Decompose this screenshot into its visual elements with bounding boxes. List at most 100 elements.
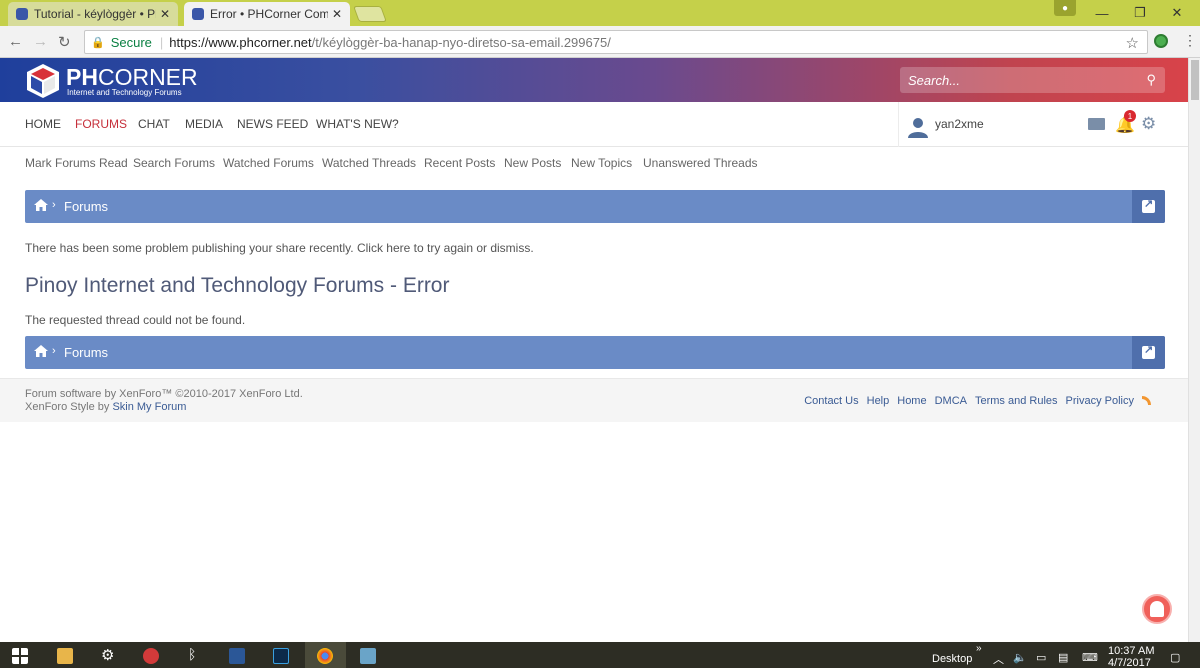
- user-profile-icon[interactable]: ●: [1054, 0, 1076, 16]
- extension-icon[interactable]: [1154, 34, 1168, 48]
- tab-label: Error • PHCorner Comm: [210, 7, 328, 21]
- gear-icon[interactable]: ⚙: [1141, 114, 1156, 134]
- nav-home[interactable]: HOME: [25, 117, 61, 131]
- bookmark-star-icon[interactable]: ☆: [1126, 34, 1139, 52]
- jump-to-button[interactable]: ↗: [1132, 336, 1165, 369]
- browser-tab-bar: Tutorial - kéylòggèr • Ph ✕ Error • PHCo…: [0, 0, 1200, 26]
- footer-privacy[interactable]: Privacy Policy: [1066, 395, 1134, 407]
- url-bar[interactable]: 🔒 Secure | https://www.phcorner.net/t/ké…: [84, 30, 1148, 54]
- scrollbar-thumb[interactable]: [1191, 60, 1199, 100]
- footer-style-link[interactable]: Skin My Forum: [112, 401, 186, 413]
- jump-to-button[interactable]: ↗: [1132, 190, 1165, 223]
- subnav-watched-forums[interactable]: Watched Forums: [223, 156, 314, 170]
- file-explorer-icon[interactable]: [57, 648, 73, 664]
- chat-bell-button[interactable]: [1142, 594, 1172, 624]
- arrow-icon: ↗: [1144, 198, 1154, 210]
- nav-whats-new[interactable]: WHAT'S NEW?: [316, 117, 399, 131]
- close-window-button[interactable]: ✕: [1165, 0, 1189, 26]
- logo-light: CORNER: [97, 64, 198, 90]
- reload-icon[interactable]: ↻: [58, 33, 71, 51]
- keyboard-icon[interactable]: ⌨: [1082, 651, 1098, 664]
- action-center-icon[interactable]: ▤: [1058, 651, 1068, 664]
- logo-bold: PH: [66, 64, 98, 90]
- footer-software[interactable]: Forum software by XenForo™ ©2010-2017 Xe…: [25, 388, 303, 401]
- subnav-new-topics[interactable]: New Topics: [571, 156, 632, 170]
- forward-arrow-icon[interactable]: →: [33, 33, 48, 50]
- nav-forums[interactable]: FORUMS: [75, 117, 127, 131]
- media-app-icon[interactable]: [143, 648, 159, 664]
- clock-date: 4/7/2017: [1108, 657, 1151, 668]
- tray-expand-icon[interactable]: ︿: [993, 651, 1004, 667]
- subnav-new-posts[interactable]: New Posts: [504, 156, 561, 170]
- vertical-scrollbar[interactable]: [1188, 58, 1200, 642]
- word-icon[interactable]: [229, 648, 245, 664]
- network-icon[interactable]: ▭: [1036, 651, 1046, 664]
- home-icon[interactable]: [34, 199, 48, 211]
- secure-label: Secure: [110, 34, 152, 50]
- browser-tab-error[interactable]: Error • PHCorner Comm ✕: [184, 2, 350, 26]
- username[interactable]: yan2xme: [935, 117, 984, 131]
- chrome-icon[interactable]: [317, 648, 333, 664]
- subnav-mark-forums-read[interactable]: Mark Forums Read: [25, 156, 128, 170]
- image-viewer-icon[interactable]: [360, 648, 376, 664]
- footer-terms[interactable]: Terms and Rules: [975, 395, 1058, 407]
- error-message: The requested thread could not be found.: [25, 313, 246, 327]
- url-host: https://www.phcorner.net: [169, 34, 312, 50]
- site-logo-text[interactable]: PHCORNER: [66, 64, 198, 91]
- nav-media[interactable]: MEDIA: [185, 117, 223, 131]
- clock[interactable]: 10:37 AM 4/7/2017: [1108, 645, 1154, 668]
- share-problem-notice[interactable]: There has been some problem publishing y…: [25, 241, 534, 255]
- breadcrumb: › Forums ↗: [25, 190, 1165, 223]
- search-placeholder: Search...: [908, 72, 961, 88]
- subnav-watched-threads[interactable]: Watched Threads: [322, 156, 416, 170]
- subnav-recent-posts[interactable]: Recent Posts: [424, 156, 495, 170]
- breadcrumb-forums[interactable]: Forums: [64, 199, 108, 214]
- lock-icon: 🔒: [91, 36, 105, 49]
- subnav-unanswered-threads[interactable]: Unanswered Threads: [643, 156, 758, 170]
- search-icon[interactable]: ⚲: [1146, 72, 1156, 88]
- phcorner-favicon-icon: [192, 8, 204, 20]
- mail-icon[interactable]: [1088, 118, 1105, 130]
- footer-style-prefix: XenForo Style by: [25, 401, 113, 413]
- nav-news-feed[interactable]: NEWS FEED: [237, 117, 308, 131]
- bluetooth-icon[interactable]: ᛒ: [188, 646, 204, 662]
- close-tab-icon[interactable]: ✕: [332, 7, 342, 21]
- footer-help[interactable]: Help: [867, 395, 890, 407]
- address-toolbar: ← → ↻ 🔒 Secure | https://www.phcorner.ne…: [0, 26, 1200, 58]
- home-icon[interactable]: [34, 345, 48, 357]
- page-title: Pinoy Internet and Technology Forums - E…: [25, 274, 450, 297]
- site-header: PHCORNER Internet and Technology Forums …: [0, 58, 1188, 102]
- footer-home[interactable]: Home: [897, 395, 926, 407]
- footer-contact-us[interactable]: Contact Us: [804, 395, 858, 407]
- breadcrumb-forums[interactable]: Forums: [64, 345, 108, 360]
- nav-chat[interactable]: CHAT: [138, 117, 170, 131]
- url-path: /t/kéylòggèr-ba-hanap-nyo-diretso-sa-ema…: [311, 34, 611, 50]
- new-tab-button[interactable]: [353, 6, 387, 22]
- back-arrow-icon[interactable]: ←: [8, 33, 23, 50]
- notifications-icon[interactable]: ▢: [1170, 651, 1180, 664]
- maximize-button[interactable]: ❐: [1128, 0, 1152, 26]
- phcorner-logo-icon[interactable]: [24, 62, 62, 100]
- minimize-button[interactable]: —: [1090, 0, 1114, 26]
- subnav-search-forums[interactable]: Search Forums: [133, 156, 215, 170]
- browser-menu-icon[interactable]: ⋮: [1183, 32, 1197, 49]
- toolbar-expand-icon[interactable]: »: [976, 643, 982, 654]
- desktop-toolbar-label[interactable]: Desktop: [932, 653, 972, 665]
- breadcrumb-bottom: › Forums ↗: [25, 336, 1165, 369]
- chevron-right-icon: ›: [52, 345, 56, 357]
- bell-icon: [1150, 601, 1164, 617]
- rss-icon[interactable]: [1142, 396, 1151, 405]
- chevron-right-icon: ›: [52, 199, 56, 211]
- footer-dmca[interactable]: DMCA: [935, 395, 967, 407]
- volume-icon[interactable]: 🔈: [1013, 651, 1027, 664]
- site-search-input[interactable]: Search... ⚲: [900, 67, 1165, 93]
- clock-time: 10:37 AM: [1108, 645, 1155, 657]
- settings-gear-icon[interactable]: ⚙: [101, 646, 117, 664]
- windows-start-icon[interactable]: [12, 648, 28, 664]
- photoshop-icon[interactable]: [273, 648, 289, 664]
- site-tagline: Internet and Technology Forums: [67, 88, 182, 97]
- close-tab-icon[interactable]: ✕: [160, 7, 170, 21]
- user-area: yan2xme 🔔 1 ⚙: [898, 102, 1188, 147]
- browser-tab-tutorial[interactable]: Tutorial - kéylòggèr • Ph ✕: [8, 2, 178, 26]
- avatar[interactable]: [907, 116, 929, 138]
